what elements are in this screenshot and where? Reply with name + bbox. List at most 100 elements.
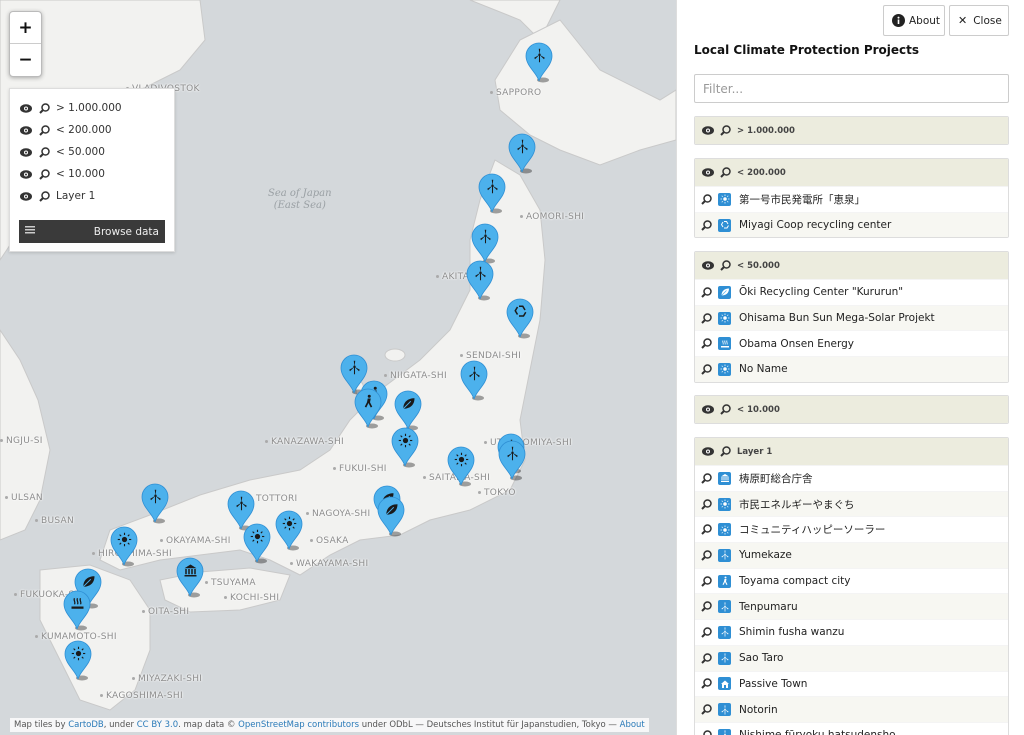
zoom-to-icon[interactable] — [701, 729, 713, 735]
map-marker[interactable] — [465, 260, 495, 301]
map-marker[interactable] — [390, 427, 420, 468]
zoom-to-icon[interactable] — [720, 404, 731, 415]
eye-icon[interactable] — [702, 405, 714, 414]
group-header[interactable]: < 200.000 — [695, 159, 1008, 186]
cartodb-link[interactable]: CartoDB — [68, 720, 104, 730]
list-item[interactable]: Nishime fūryoku hatsudensho — [695, 721, 1008, 735]
eye-icon[interactable] — [702, 447, 714, 456]
list-item[interactable]: 市民エネルギーやまぐち — [695, 490, 1008, 517]
zoom-to-icon[interactable] — [720, 260, 731, 271]
map-marker[interactable] — [242, 523, 272, 564]
map-marker[interactable] — [524, 42, 554, 83]
about-link[interactable]: About — [620, 720, 645, 730]
zoom-in-button[interactable]: + — [10, 12, 41, 44]
zoom-to-icon[interactable] — [701, 550, 713, 561]
layer-label[interactable]: < 10.000 — [56, 168, 105, 180]
zoom-to-icon[interactable] — [38, 168, 50, 180]
layer-label[interactable]: < 200.000 — [56, 124, 112, 136]
layer-label[interactable]: > 1.000.000 — [56, 102, 122, 114]
map-marker[interactable] — [507, 133, 537, 174]
browse-data-button[interactable]: Browse data — [19, 220, 165, 243]
map-marker[interactable] — [274, 510, 304, 551]
zoom-to-icon[interactable] — [701, 652, 713, 664]
map-marker[interactable] — [446, 446, 476, 487]
zoom-to-icon[interactable] — [38, 146, 50, 158]
map-marker[interactable] — [376, 496, 406, 537]
list-item[interactable]: Toyama compact city — [695, 567, 1008, 594]
zoom-out-button[interactable]: − — [10, 44, 41, 76]
zoom-to-icon[interactable] — [701, 287, 713, 298]
eye-icon[interactable] — [20, 124, 32, 136]
list-item[interactable]: Tenpumaru — [695, 593, 1008, 620]
group-header[interactable]: Layer 1 — [695, 438, 1008, 465]
eye-icon[interactable] — [702, 168, 714, 177]
layer-label[interactable]: Layer 1 — [56, 190, 95, 202]
zoom-to-icon[interactable] — [38, 190, 50, 202]
group-header[interactable]: < 50.000 — [695, 252, 1008, 279]
map-marker[interactable] — [505, 298, 535, 339]
map-marker[interactable] — [459, 360, 489, 401]
zoom-to-icon[interactable] — [701, 704, 713, 715]
list-item[interactable]: Shimin fusha wanzu — [695, 619, 1008, 645]
map-marker[interactable] — [497, 440, 527, 481]
map-marker[interactable] — [109, 526, 139, 567]
zoom-to-icon[interactable] — [701, 338, 713, 349]
list-item[interactable]: Sao Taro — [695, 644, 1008, 671]
zoom-to-icon[interactable] — [720, 446, 731, 457]
list-item[interactable]: Ohisama Bun Sun Mega-Solar Projekt — [695, 304, 1008, 331]
list-item[interactable]: Yumekaze — [695, 542, 1008, 568]
list-item[interactable]: Notorin — [695, 696, 1008, 722]
map-marker[interactable] — [62, 590, 92, 631]
zoom-to-icon[interactable] — [701, 194, 713, 205]
zoom-to-icon[interactable] — [701, 601, 713, 612]
sun-icon — [250, 529, 265, 544]
about-button[interactable]: About — [883, 5, 945, 36]
osm-link[interactable]: OpenStreetMap contributors — [238, 720, 359, 730]
group-header[interactable]: > 1.000.000 — [695, 117, 1008, 144]
list-item[interactable]: 梼原町総合庁舎 — [695, 465, 1008, 491]
walker-icon — [361, 394, 376, 409]
close-button[interactable]: ✕ Close — [949, 5, 1009, 36]
list-item[interactable]: 第一号市民発電所「恵泉」 — [695, 186, 1008, 212]
zoom-to-icon[interactable] — [720, 125, 731, 136]
zoom-to-icon[interactable] — [701, 627, 713, 638]
zoom-to-icon[interactable] — [38, 102, 50, 114]
map-marker[interactable] — [175, 557, 205, 598]
ccby-link[interactable]: CC BY 3.0 — [137, 720, 178, 730]
zoom-to-icon[interactable] — [701, 498, 713, 510]
zoom-to-icon[interactable] — [701, 312, 713, 324]
eye-icon[interactable] — [20, 168, 32, 180]
map-marker[interactable] — [393, 390, 423, 431]
list-item[interactable]: Ōki Recycling Center "Kururun" — [695, 279, 1008, 305]
list-item[interactable]: コミュニティハッピーソーラー — [695, 516, 1008, 542]
zoom-to-icon[interactable] — [701, 219, 713, 231]
zoom-to-icon[interactable] — [701, 364, 713, 375]
map-marker[interactable] — [477, 173, 507, 214]
map-marker[interactable] — [63, 640, 93, 681]
filter-input[interactable] — [694, 74, 1009, 103]
group-header[interactable]: < 10.000 — [695, 396, 1008, 423]
map-marker[interactable] — [140, 483, 170, 524]
list-item[interactable]: No Name — [695, 356, 1008, 382]
zoom-to-icon[interactable] — [701, 678, 713, 690]
list-item[interactable]: Miyagi Coop recycling center — [695, 211, 1008, 238]
layer-label[interactable]: < 50.000 — [56, 146, 105, 158]
zoom-to-icon[interactable] — [701, 524, 713, 535]
zoom-to-icon[interactable] — [701, 473, 713, 484]
sea-label: Sea of Japan (East Sea) — [268, 188, 332, 211]
list-item[interactable]: Passive Town — [695, 670, 1008, 697]
eye-icon[interactable] — [20, 146, 32, 158]
list-item[interactable]: Obama Onsen Energy — [695, 330, 1008, 356]
eye-icon[interactable] — [20, 190, 32, 202]
eye-icon[interactable] — [20, 102, 32, 114]
eye-icon[interactable] — [702, 261, 714, 270]
zoom-to-icon[interactable] — [720, 167, 731, 178]
zoom-to-icon[interactable] — [701, 575, 713, 587]
map-marker[interactable] — [470, 223, 500, 264]
wind-icon — [718, 625, 731, 639]
wind-icon — [347, 360, 362, 375]
map-marker[interactable] — [353, 388, 383, 429]
map-area[interactable]: Sea of Japan (East Sea) VLADIVOSTOKSAPPO… — [0, 0, 676, 735]
zoom-to-icon[interactable] — [38, 124, 50, 136]
eye-icon[interactable] — [702, 126, 714, 135]
